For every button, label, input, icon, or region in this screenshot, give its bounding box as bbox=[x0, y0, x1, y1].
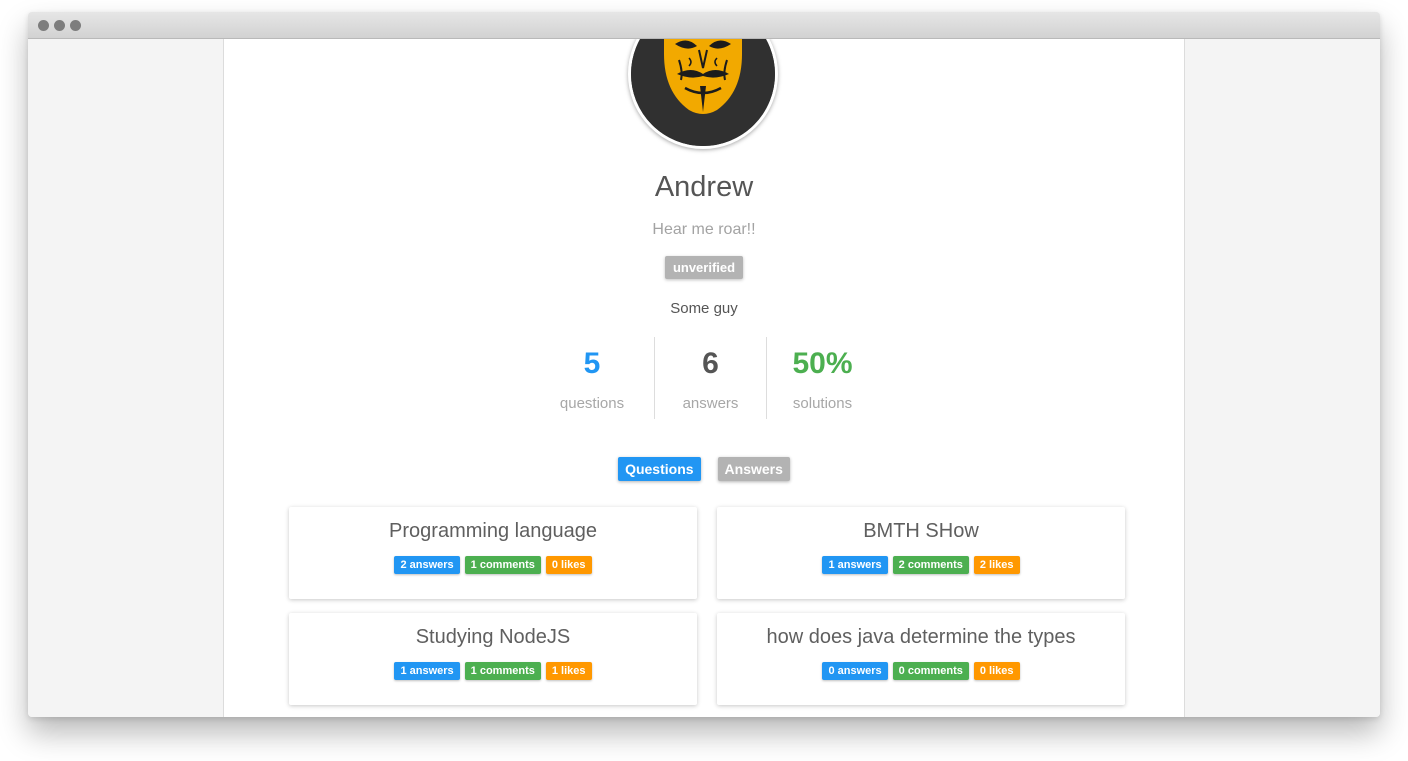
window-close-dot[interactable] bbox=[38, 20, 49, 31]
question-title: BMTH SHow bbox=[863, 520, 979, 542]
browser-window: Andrew Hear me roar!! unverified Some gu… bbox=[28, 12, 1380, 717]
stat-answers-value: 6 bbox=[702, 347, 719, 380]
question-card[interactable]: how does java determine the types 0 answ… bbox=[717, 613, 1125, 705]
stat-questions-value: 5 bbox=[583, 347, 601, 380]
answers-count-chip: 2 answers bbox=[394, 556, 460, 574]
window-titlebar bbox=[28, 12, 1380, 39]
question-card[interactable]: Studying NodeJS 1 answers 1 comments 1 l… bbox=[289, 613, 697, 705]
stat-answers-label: answers bbox=[682, 395, 739, 412]
profile-page: Andrew Hear me roar!! unverified Some gu… bbox=[223, 39, 1185, 717]
tab-answers[interactable]: Answers bbox=[717, 457, 790, 481]
comments-count-chip: 1 comments bbox=[464, 556, 541, 574]
likes-count-chip: 2 likes bbox=[973, 556, 1020, 574]
tab-questions[interactable]: Questions bbox=[618, 457, 701, 481]
answers-count-chip: 1 answers bbox=[394, 662, 460, 680]
stats-row: 5 questions 6 answers 50% solutions bbox=[224, 337, 1184, 419]
profile-tagline: Hear me roar!! bbox=[652, 221, 756, 238]
stat-questions: 5 questions bbox=[530, 337, 654, 419]
profile-name: Andrew bbox=[654, 171, 754, 203]
window-minimize-dot[interactable] bbox=[54, 20, 65, 31]
likes-count-chip: 0 likes bbox=[973, 662, 1020, 680]
status-badge-wrap: unverified bbox=[224, 256, 1184, 279]
stat-solutions: 50% solutions bbox=[766, 337, 878, 419]
stat-solutions-value: 50% bbox=[792, 347, 853, 380]
question-chips: 1 answers 1 comments 1 likes bbox=[289, 662, 697, 680]
stat-solutions-label: solutions bbox=[792, 395, 853, 412]
comments-count-chip: 0 comments bbox=[892, 662, 969, 680]
question-title: how does java determine the types bbox=[766, 626, 1076, 648]
comments-count-chip: 1 comments bbox=[464, 662, 541, 680]
page-viewport: Andrew Hear me roar!! unverified Some gu… bbox=[28, 39, 1380, 717]
window-maximize-dot[interactable] bbox=[70, 20, 81, 31]
profile-tabs: Questions Answers bbox=[224, 457, 1184, 481]
question-chips: 2 answers 1 comments 0 likes bbox=[289, 556, 697, 574]
question-chips: 0 answers 0 comments 0 likes bbox=[717, 662, 1125, 680]
profile-bio: Some guy bbox=[670, 300, 738, 317]
mask-avatar-icon bbox=[631, 39, 775, 146]
status-badge: unverified bbox=[664, 256, 744, 279]
question-chips: 1 answers 2 comments 2 likes bbox=[717, 556, 1125, 574]
comments-count-chip: 2 comments bbox=[892, 556, 969, 574]
question-card[interactable]: Programming language 2 answers 1 comment… bbox=[289, 507, 697, 599]
stat-answers: 6 answers bbox=[654, 337, 766, 419]
question-title: Programming language bbox=[389, 520, 597, 542]
question-card[interactable]: BMTH SHow 1 answers 2 comments 2 likes bbox=[717, 507, 1125, 599]
stat-questions-label: questions bbox=[559, 395, 625, 412]
answers-count-chip: 0 answers bbox=[822, 662, 888, 680]
avatar bbox=[628, 39, 778, 149]
likes-count-chip: 1 likes bbox=[545, 662, 592, 680]
question-title: Studying NodeJS bbox=[415, 626, 571, 648]
answers-count-chip: 1 answers bbox=[822, 556, 888, 574]
likes-count-chip: 0 likes bbox=[545, 556, 592, 574]
